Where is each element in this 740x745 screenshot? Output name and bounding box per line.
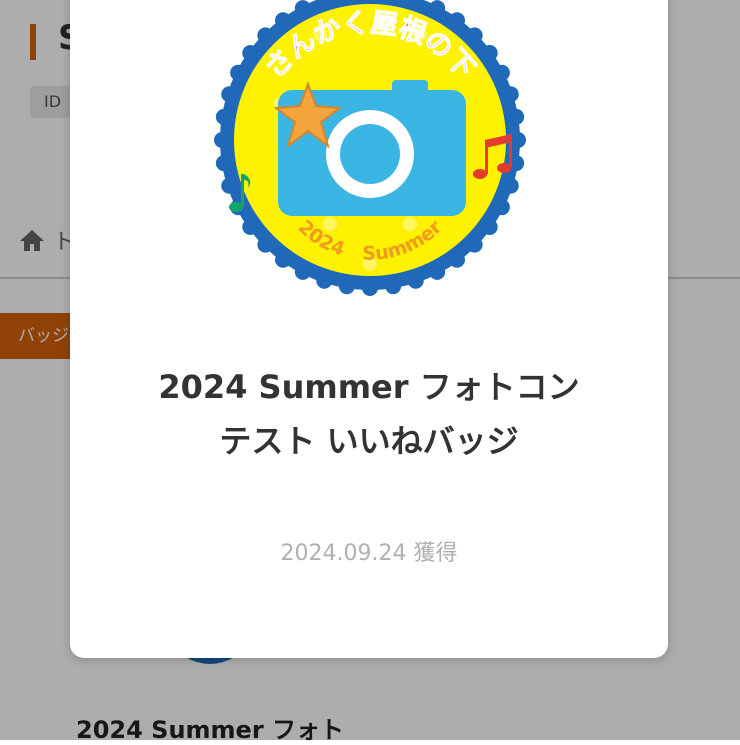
- acquired-date: 2024.09.24 獲得: [280, 541, 458, 566]
- badge-title-line-2: テスト いいねバッジ: [219, 422, 519, 460]
- badge-title: 2024 Summer フォトコン テスト いいねバッジ: [100, 360, 638, 468]
- badge-title-line-1: 2024 Summer フォトコン: [158, 368, 580, 406]
- badge-image: さんかく屋根の下 2024 Summer: [210, 0, 530, 320]
- badge-detail-modal: さんかく屋根の下 2024 Summer 2024 Summer フォトコン テ…: [70, 0, 668, 658]
